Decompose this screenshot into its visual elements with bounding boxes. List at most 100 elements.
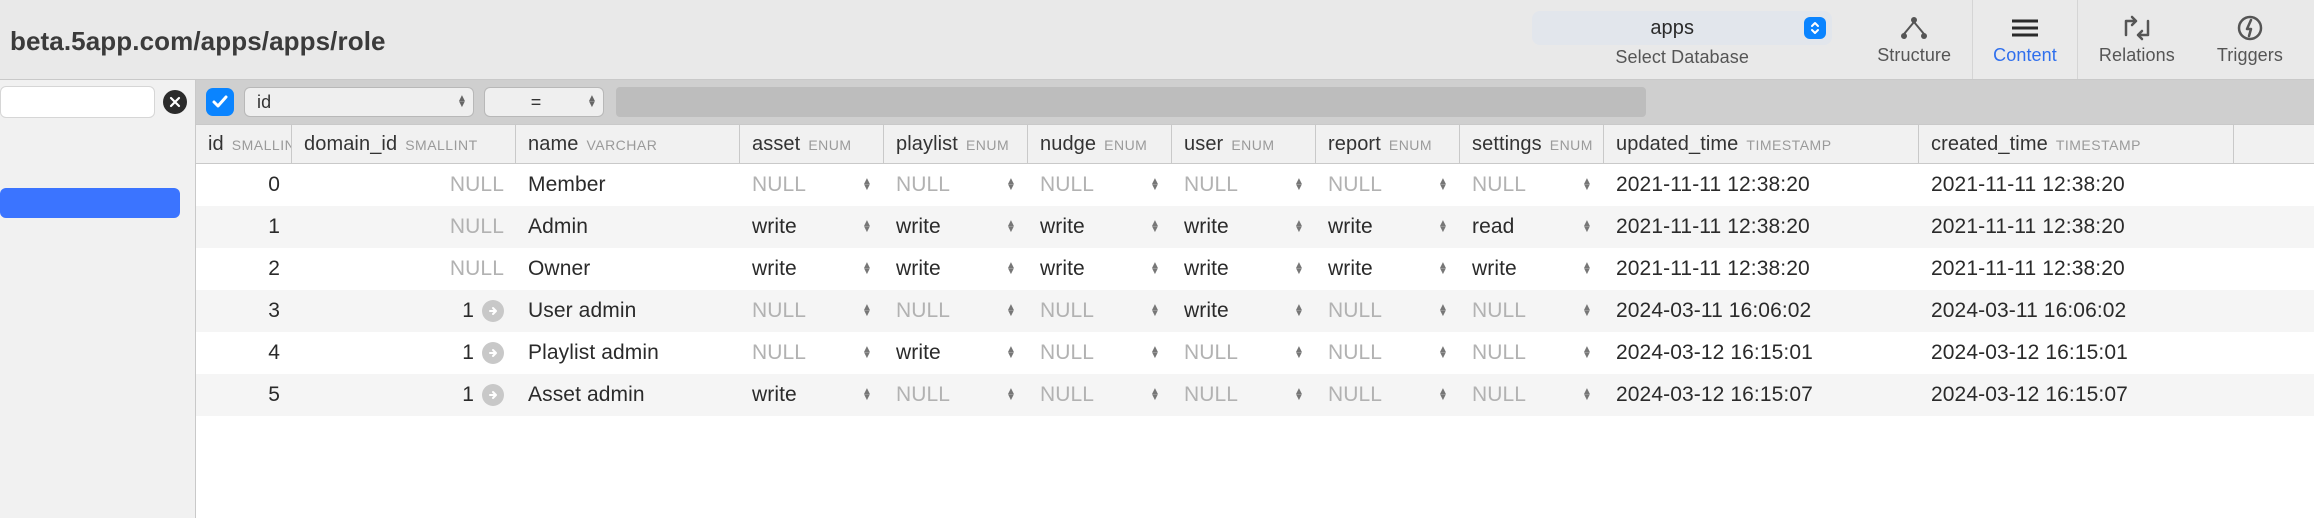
column-header-asset[interactable]: assetENUM [740, 125, 884, 163]
cell-settings[interactable]: NULL▲▼ [1460, 341, 1604, 365]
cell-playlist[interactable]: NULL▲▼ [884, 173, 1028, 197]
tab-triggers[interactable]: Triggers [2196, 0, 2304, 79]
cell-name[interactable]: User admin [516, 299, 740, 323]
filter-enabled-checkbox[interactable] [206, 88, 234, 116]
cell-created_time[interactable]: 2024-03-12 16:15:07 [1919, 383, 2234, 407]
column-header-id[interactable]: idSMALLINT [196, 125, 292, 163]
cell-updated_time[interactable]: 2021-11-11 12:38:20 [1604, 173, 1919, 197]
cell-name[interactable]: Admin [516, 215, 740, 239]
column-header-updated_time[interactable]: updated_timeTIMESTAMP [1604, 125, 1919, 163]
cell-updated_time[interactable]: 2021-11-11 12:38:20 [1604, 257, 1919, 281]
cell-settings[interactable]: read▲▼ [1460, 215, 1604, 239]
cell-domain_id[interactable]: 1 [292, 383, 516, 407]
cell-created_time[interactable]: 2024-03-12 16:15:01 [1919, 341, 2234, 365]
clear-search-button[interactable] [163, 90, 187, 114]
cell-asset[interactable]: NULL▲▼ [740, 341, 884, 365]
cell-nudge[interactable]: write▲▼ [1028, 257, 1172, 281]
cell-created_time[interactable]: 2021-11-11 12:38:20 [1919, 257, 2234, 281]
foreign-key-icon[interactable] [482, 384, 504, 406]
cell-name[interactable]: Asset admin [516, 383, 740, 407]
cell-playlist[interactable]: write▲▼ [884, 257, 1028, 281]
cell-domain_id[interactable]: 1 [292, 341, 516, 365]
column-header-settings[interactable]: settingsENUM [1460, 125, 1604, 163]
cell-playlist[interactable]: write▲▼ [884, 215, 1028, 239]
cell-name[interactable]: Owner [516, 257, 740, 281]
cell-user[interactable]: NULL▲▼ [1172, 383, 1316, 407]
cell-updated_time[interactable]: 2024-03-12 16:15:07 [1604, 383, 1919, 407]
filter-value-input[interactable] [616, 87, 1646, 117]
table-row[interactable]: 0NULLMemberNULL▲▼NULL▲▼NULL▲▼NULL▲▼NULL▲… [196, 164, 2314, 206]
cell-user[interactable]: NULL▲▼ [1172, 341, 1316, 365]
cell-id[interactable]: 1 [196, 215, 292, 239]
cell-updated_time[interactable]: 2024-03-12 16:15:01 [1604, 341, 1919, 365]
cell-asset[interactable]: write▲▼ [740, 215, 884, 239]
table-row[interactable]: 1NULLAdminwrite▲▼write▲▼write▲▼write▲▼wr… [196, 206, 2314, 248]
cell-id[interactable]: 5 [196, 383, 292, 407]
cell-nudge[interactable]: NULL▲▼ [1028, 383, 1172, 407]
cell-domain_id[interactable]: 1 [292, 299, 516, 323]
cell-settings[interactable]: NULL▲▼ [1460, 173, 1604, 197]
cell-report[interactable]: NULL▲▼ [1316, 299, 1460, 323]
cell-settings[interactable]: NULL▲▼ [1460, 383, 1604, 407]
cell-id[interactable]: 3 [196, 299, 292, 323]
column-header-created_time[interactable]: created_timeTIMESTAMP [1919, 125, 2234, 163]
cell-nudge[interactable]: NULL▲▼ [1028, 173, 1172, 197]
column-header-domain_id[interactable]: domain_idSMALLINT [292, 125, 516, 163]
cell-id[interactable]: 4 [196, 341, 292, 365]
cell-value: NULL [896, 299, 950, 323]
cell-asset[interactable]: write▲▼ [740, 257, 884, 281]
cell-nudge[interactable]: NULL▲▼ [1028, 341, 1172, 365]
cell-playlist[interactable]: NULL▲▼ [884, 299, 1028, 323]
database-select[interactable]: apps [1532, 11, 1832, 45]
cell-created_time[interactable]: 2021-11-11 12:38:20 [1919, 173, 2234, 197]
cell-report[interactable]: NULL▲▼ [1316, 383, 1460, 407]
column-header-report[interactable]: reportENUM [1316, 125, 1460, 163]
cell-domain_id[interactable]: NULL [292, 215, 516, 239]
cell-created_time[interactable]: 2021-11-11 12:38:20 [1919, 215, 2234, 239]
foreign-key-icon[interactable] [482, 342, 504, 364]
cell-report[interactable]: write▲▼ [1316, 215, 1460, 239]
table-row[interactable]: 51Asset adminwrite▲▼NULL▲▼NULL▲▼NULL▲▼NU… [196, 374, 2314, 416]
sidebar-search-input[interactable] [0, 86, 155, 118]
cell-user[interactable]: write▲▼ [1172, 215, 1316, 239]
cell-name[interactable]: Playlist admin [516, 341, 740, 365]
cell-nudge[interactable]: write▲▼ [1028, 215, 1172, 239]
address-bar[interactable]: beta.5app.com/apps/apps/role [0, 0, 1508, 79]
cell-domain_id[interactable]: NULL [292, 257, 516, 281]
table-row[interactable]: 2NULLOwnerwrite▲▼write▲▼write▲▼write▲▼wr… [196, 248, 2314, 290]
cell-id[interactable]: 2 [196, 257, 292, 281]
filter-column-select[interactable]: id ▲▼ [244, 87, 474, 117]
table-row[interactable]: 31User adminNULL▲▼NULL▲▼NULL▲▼write▲▼NUL… [196, 290, 2314, 332]
tab-structure[interactable]: Structure [1856, 0, 1972, 79]
cell-playlist[interactable]: write▲▼ [884, 341, 1028, 365]
cell-playlist[interactable]: NULL▲▼ [884, 383, 1028, 407]
cell-report[interactable]: write▲▼ [1316, 257, 1460, 281]
cell-report[interactable]: NULL▲▼ [1316, 173, 1460, 197]
cell-user[interactable]: NULL▲▼ [1172, 173, 1316, 197]
cell-nudge[interactable]: NULL▲▼ [1028, 299, 1172, 323]
tab-relations[interactable]: Relations [2078, 0, 2196, 79]
cell-settings[interactable]: write▲▼ [1460, 257, 1604, 281]
column-header-nudge[interactable]: nudgeENUM [1028, 125, 1172, 163]
cell-settings[interactable]: NULL▲▼ [1460, 299, 1604, 323]
column-header-name[interactable]: nameVARCHAR [516, 125, 740, 163]
cell-user[interactable]: write▲▼ [1172, 299, 1316, 323]
cell-asset[interactable]: NULL▲▼ [740, 173, 884, 197]
cell-created_time[interactable]: 2024-03-11 16:06:02 [1919, 299, 2234, 323]
table-row[interactable]: 41Playlist adminNULL▲▼write▲▼NULL▲▼NULL▲… [196, 332, 2314, 374]
sidebar-item-selected[interactable] [0, 188, 180, 218]
cell-updated_time[interactable]: 2021-11-11 12:38:20 [1604, 215, 1919, 239]
cell-name[interactable]: Member [516, 173, 740, 197]
cell-updated_time[interactable]: 2024-03-11 16:06:02 [1604, 299, 1919, 323]
cell-asset[interactable]: write▲▼ [740, 383, 884, 407]
cell-domain_id[interactable]: NULL [292, 173, 516, 197]
cell-user[interactable]: write▲▼ [1172, 257, 1316, 281]
filter-operator-select[interactable]: = ▲▼ [484, 87, 604, 117]
column-header-playlist[interactable]: playlistENUM [884, 125, 1028, 163]
column-header-user[interactable]: userENUM [1172, 125, 1316, 163]
cell-asset[interactable]: NULL▲▼ [740, 299, 884, 323]
cell-id[interactable]: 0 [196, 173, 292, 197]
cell-report[interactable]: NULL▲▼ [1316, 341, 1460, 365]
tab-content[interactable]: Content [1972, 0, 2078, 79]
foreign-key-icon[interactable] [482, 300, 504, 322]
